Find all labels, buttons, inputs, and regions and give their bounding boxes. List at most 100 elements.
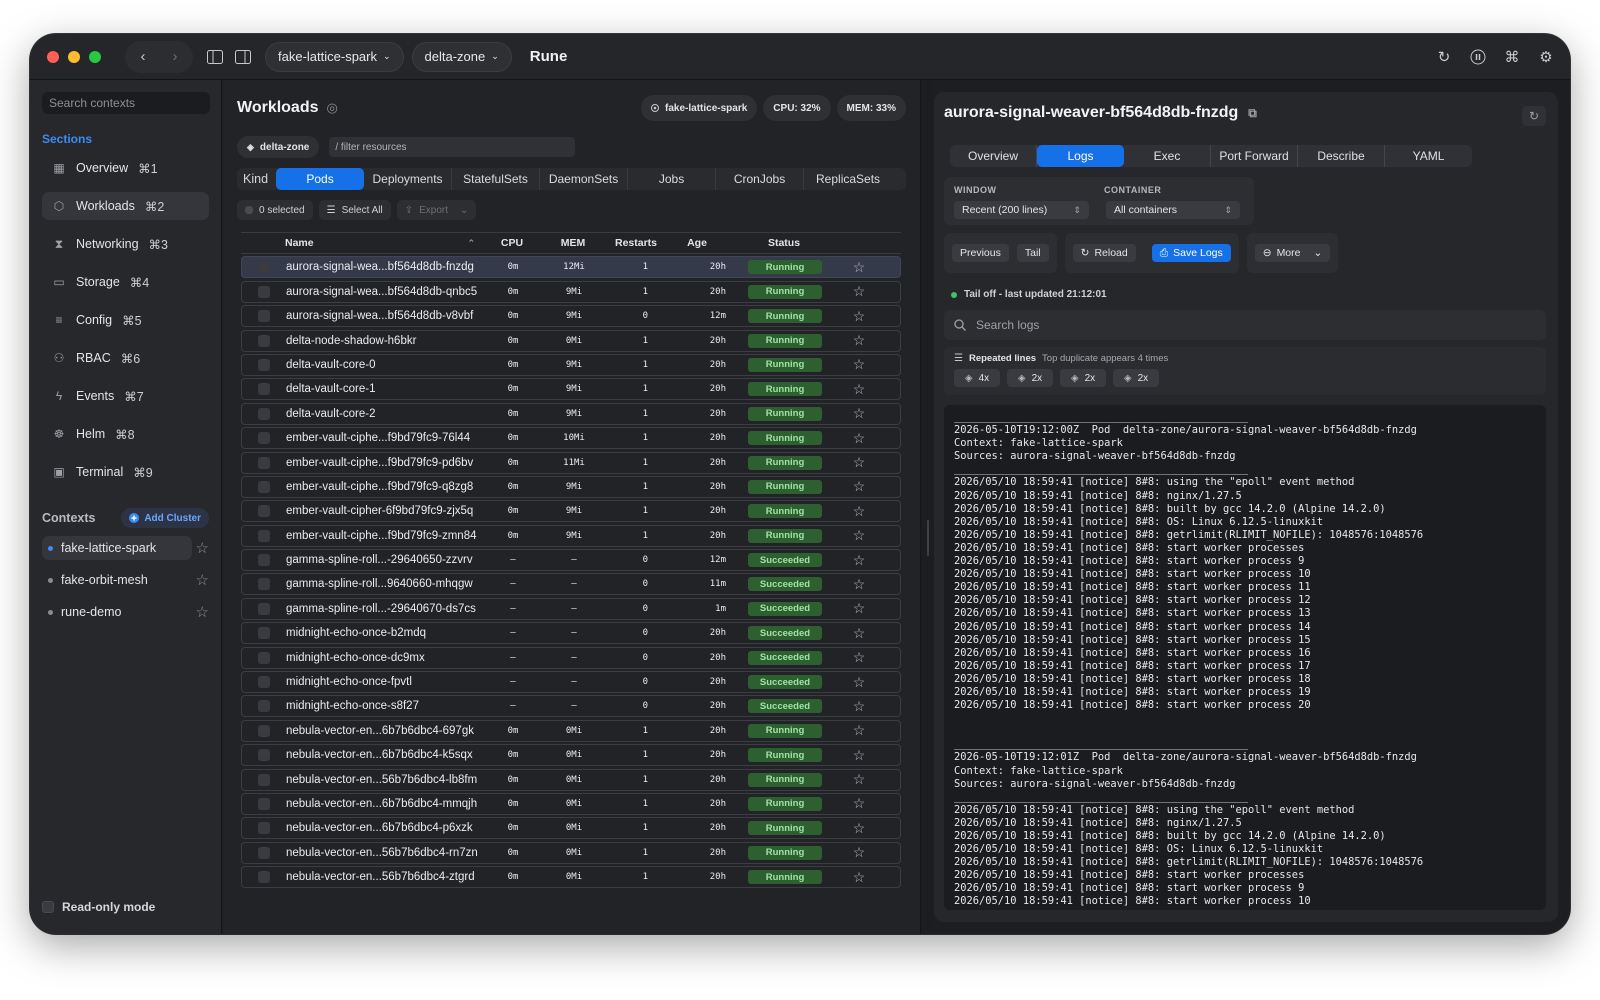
table-row[interactable]: aurora-signal-wea...bf564d8db-fnzdg 0m 12M…	[241, 256, 901, 279]
tab-logs[interactable]: Logs	[1037, 145, 1124, 167]
context-item-fake-lattice-spark[interactable]: fake-lattice-spark	[42, 536, 192, 560]
star-icon[interactable]: ☆	[844, 649, 874, 666]
row-checkbox[interactable]	[258, 578, 270, 591]
column-age[interactable]: Age	[669, 237, 725, 249]
row-checkbox[interactable]	[258, 846, 270, 859]
readonly-checkbox[interactable]	[42, 901, 54, 913]
star-icon[interactable]: ☆	[844, 454, 874, 471]
sidebar-item-helm[interactable]: ☸ Helm ⌘8	[42, 420, 209, 448]
table-row[interactable]: nebula-vector-en...6b7b6dbc4-p6xzk 0m 0Mi 1…	[241, 817, 901, 840]
repeated-chip[interactable]: ◈ 2x	[1113, 369, 1159, 387]
star-icon[interactable]: ☆	[844, 332, 874, 349]
context-item-rune-demo[interactable]: rune-demo	[42, 600, 192, 624]
table-row[interactable]: aurora-signal-wea...bf564d8db-v8vbf 0m 9Mi…	[241, 305, 901, 328]
readonly-toggle[interactable]: Read-only mode	[42, 900, 155, 914]
row-checkbox[interactable]	[258, 627, 270, 640]
info-icon[interactable]: ◎	[327, 100, 338, 116]
row-checkbox[interactable]	[258, 554, 270, 567]
star-icon[interactable]: ☆	[844, 600, 874, 617]
table-row[interactable]: delta-vault-core-2 0m 9Mi 1 20h Running ☆	[241, 402, 901, 425]
star-icon[interactable]: ☆	[844, 869, 874, 886]
back-button[interactable]: ‹	[129, 43, 157, 71]
repeated-chip[interactable]: ◈ 2x	[1007, 369, 1053, 387]
split-divider[interactable]	[920, 80, 934, 934]
row-checkbox[interactable]	[258, 676, 270, 689]
log-output[interactable]: ________________________________________…	[944, 405, 1546, 910]
settings-button[interactable]: ⚙	[1532, 43, 1560, 71]
close-window-button[interactable]	[47, 50, 59, 63]
table-row[interactable]: midnight-echo-once-dc9mx – – 0 20h Succeeded ☆	[241, 646, 901, 669]
row-checkbox[interactable]	[258, 749, 270, 762]
save-logs-button[interactable]: ⎙ Save Logs	[1151, 244, 1231, 262]
row-checkbox[interactable]	[258, 456, 270, 469]
row-checkbox[interactable]	[258, 505, 270, 518]
sidebar-item-rbac[interactable]: ⚇ RBAC ⌘6	[42, 344, 209, 372]
table-row[interactable]: midnight-echo-once-fpvtl – – 0 20h Succeeded ☆	[241, 671, 901, 694]
star-icon[interactable]: ☆	[196, 571, 209, 589]
namespace-pill[interactable]: ◈ delta-zone	[237, 136, 320, 158]
star-icon[interactable]: ☆	[844, 576, 874, 593]
table-row[interactable]: nebula-vector-en...56b7b6dbc4-rn7zn 0m 0Mi…	[241, 841, 901, 864]
row-checkbox[interactable]	[258, 773, 270, 786]
star-icon[interactable]: ☆	[844, 844, 874, 861]
split-handle[interactable]	[927, 520, 929, 556]
reload-button[interactable]: ↻ Reload	[1072, 244, 1136, 262]
tab-overview[interactable]: Overview	[950, 145, 1037, 167]
more-button[interactable]: ⊖ More ⌄	[1254, 244, 1331, 262]
star-icon[interactable]: ☆	[844, 674, 874, 691]
tab-deployments[interactable]: Deployments	[364, 168, 453, 190]
star-icon[interactable]: ☆	[844, 771, 874, 788]
repeated-chip[interactable]: ◈ 4x	[954, 369, 1000, 387]
star-icon[interactable]: ☆	[844, 698, 874, 715]
tab-describe[interactable]: Describe	[1298, 145, 1385, 167]
toggle-inspector-button[interactable]	[229, 43, 257, 71]
star-icon[interactable]: ☆	[844, 381, 874, 398]
add-cluster-button[interactable]: Add Cluster	[121, 508, 209, 528]
tab-port-forward[interactable]: Port Forward	[1211, 145, 1298, 167]
row-checkbox[interactable]	[258, 700, 270, 713]
star-icon[interactable]: ☆	[844, 625, 874, 642]
table-row[interactable]: midnight-echo-once-s8f27 – – 0 20h Succeeded ☆	[241, 695, 901, 718]
filter-resources-input[interactable]: / filter resources	[329, 137, 576, 157]
tab-cronjobs[interactable]: CronJobs	[716, 168, 805, 190]
star-icon[interactable]: ☆	[844, 259, 874, 276]
row-checkbox[interactable]	[258, 261, 270, 274]
table-row[interactable]: ember-vault-ciphe...f9bd79fc9-76l44 0m 10M…	[241, 427, 901, 450]
star-icon[interactable]: ☆	[196, 539, 209, 557]
star-icon[interactable]: ☆	[844, 405, 874, 422]
table-row[interactable]: gamma-spline-roll...-29640670-ds7cs – – 0 1m…	[241, 597, 901, 620]
row-checkbox[interactable]	[258, 383, 270, 396]
tail-button[interactable]: Tail	[1016, 244, 1049, 262]
row-checkbox[interactable]	[258, 871, 270, 884]
window-select[interactable]: Recent (200 lines) ⇕	[954, 201, 1089, 219]
copy-icon[interactable]: ⧉	[1248, 106, 1257, 121]
star-icon[interactable]: ☆	[844, 527, 874, 544]
row-checkbox[interactable]	[258, 432, 270, 445]
column-status[interactable]: Status	[725, 237, 843, 249]
table-row[interactable]: midnight-echo-once-b2mdq – – 0 20h Succeeded ☆	[241, 622, 901, 645]
sidebar-item-config[interactable]: ≡ Config ⌘5	[42, 306, 209, 334]
star-icon[interactable]: ☆	[844, 820, 874, 837]
table-row[interactable]: ember-vault-ciphe...f9bd79fc9-q8zg8 0m 9Mi…	[241, 475, 901, 498]
row-checkbox[interactable]	[258, 602, 270, 615]
tab-pods[interactable]: Pods	[276, 168, 365, 190]
sidebar-item-terminal[interactable]: ▣ Terminal ⌘9	[42, 458, 209, 486]
export-button[interactable]: ⇪ Export ⌄	[396, 200, 477, 220]
refresh-button[interactable]: ↻	[1430, 43, 1458, 71]
forward-button[interactable]: ›	[161, 43, 189, 71]
table-row[interactable]: ember-vault-ciphe...f9bd79fc9-pd6bv 0m 11M…	[241, 451, 901, 474]
column-name[interactable]: Name ⌃	[285, 237, 481, 249]
table-row[interactable]: ember-vault-cipher-6f9bd79fc9-zjx5q 0m 9Mi…	[241, 500, 901, 523]
row-checkbox[interactable]	[258, 651, 270, 664]
table-row[interactable]: delta-node-shadow-h6bkr 0m 0Mi 1 20h Running ☆	[241, 329, 901, 352]
context-dropdown[interactable]: fake-lattice-spark ⌄	[265, 41, 404, 72]
star-icon[interactable]: ☆	[844, 430, 874, 447]
pause-button[interactable]	[1464, 43, 1492, 71]
tab-statefulsets[interactable]: StatefulSets	[452, 168, 541, 190]
column-mem[interactable]: MEM	[543, 237, 603, 249]
table-row[interactable]: gamma-spline-roll...-29640650-zzvrv – – 0 12…	[241, 549, 901, 572]
tab-replicasets[interactable]: ReplicaSets	[804, 168, 892, 190]
search-contexts-input[interactable]: Search contexts	[42, 92, 210, 114]
row-checkbox[interactable]	[258, 822, 270, 835]
row-checkbox[interactable]	[258, 480, 270, 493]
